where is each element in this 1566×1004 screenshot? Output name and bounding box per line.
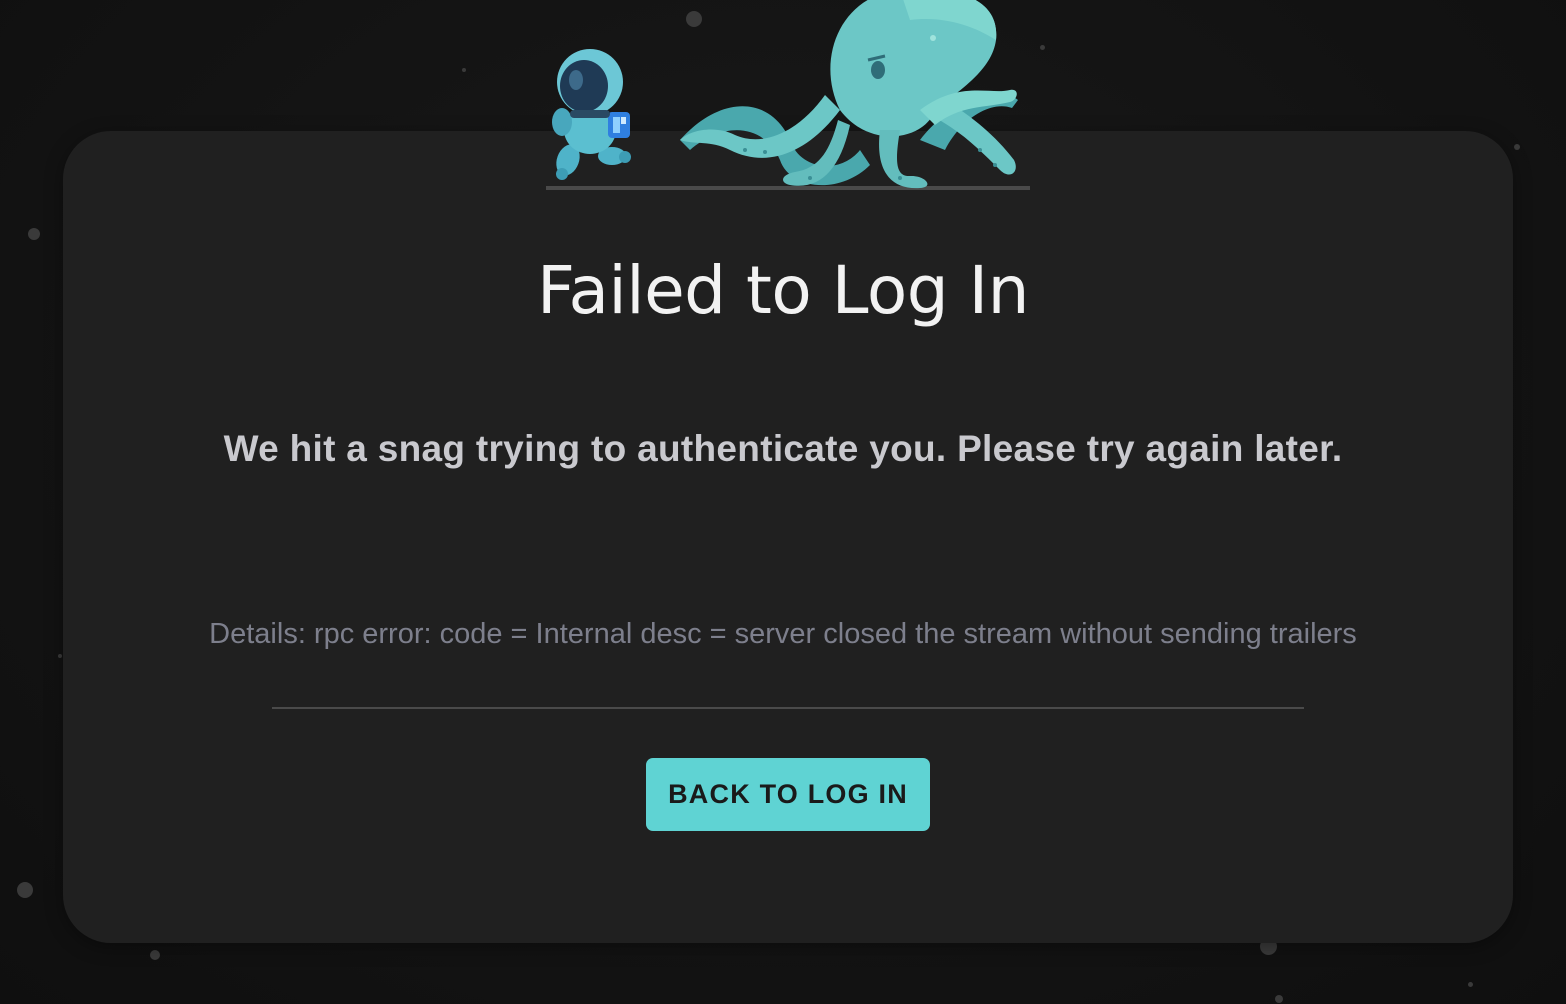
octopus-icon — [680, 0, 1018, 189]
star-decoration — [58, 654, 62, 658]
ground-line — [546, 186, 1030, 190]
star-decoration — [462, 68, 466, 72]
star-decoration — [1040, 45, 1045, 50]
error-illustration — [540, 0, 1040, 195]
star-decoration — [1468, 982, 1473, 987]
error-details: Details: rpc error: code = Internal desc… — [209, 618, 1357, 650]
page-title: Failed to Log In — [537, 252, 1029, 329]
star-decoration — [17, 882, 33, 898]
back-to-login-button[interactable]: BACK TO LOG IN — [646, 758, 930, 831]
star-decoration — [150, 950, 160, 960]
page-background: Failed to Log In We hit a snag trying to… — [0, 0, 1566, 1004]
divider — [272, 707, 1304, 709]
star-decoration — [1275, 995, 1283, 1003]
error-message: We hit a snag trying to authenticate you… — [223, 428, 1343, 469]
star-decoration — [1514, 144, 1520, 150]
astronaut-icon — [552, 49, 631, 180]
star-decoration — [28, 228, 40, 240]
